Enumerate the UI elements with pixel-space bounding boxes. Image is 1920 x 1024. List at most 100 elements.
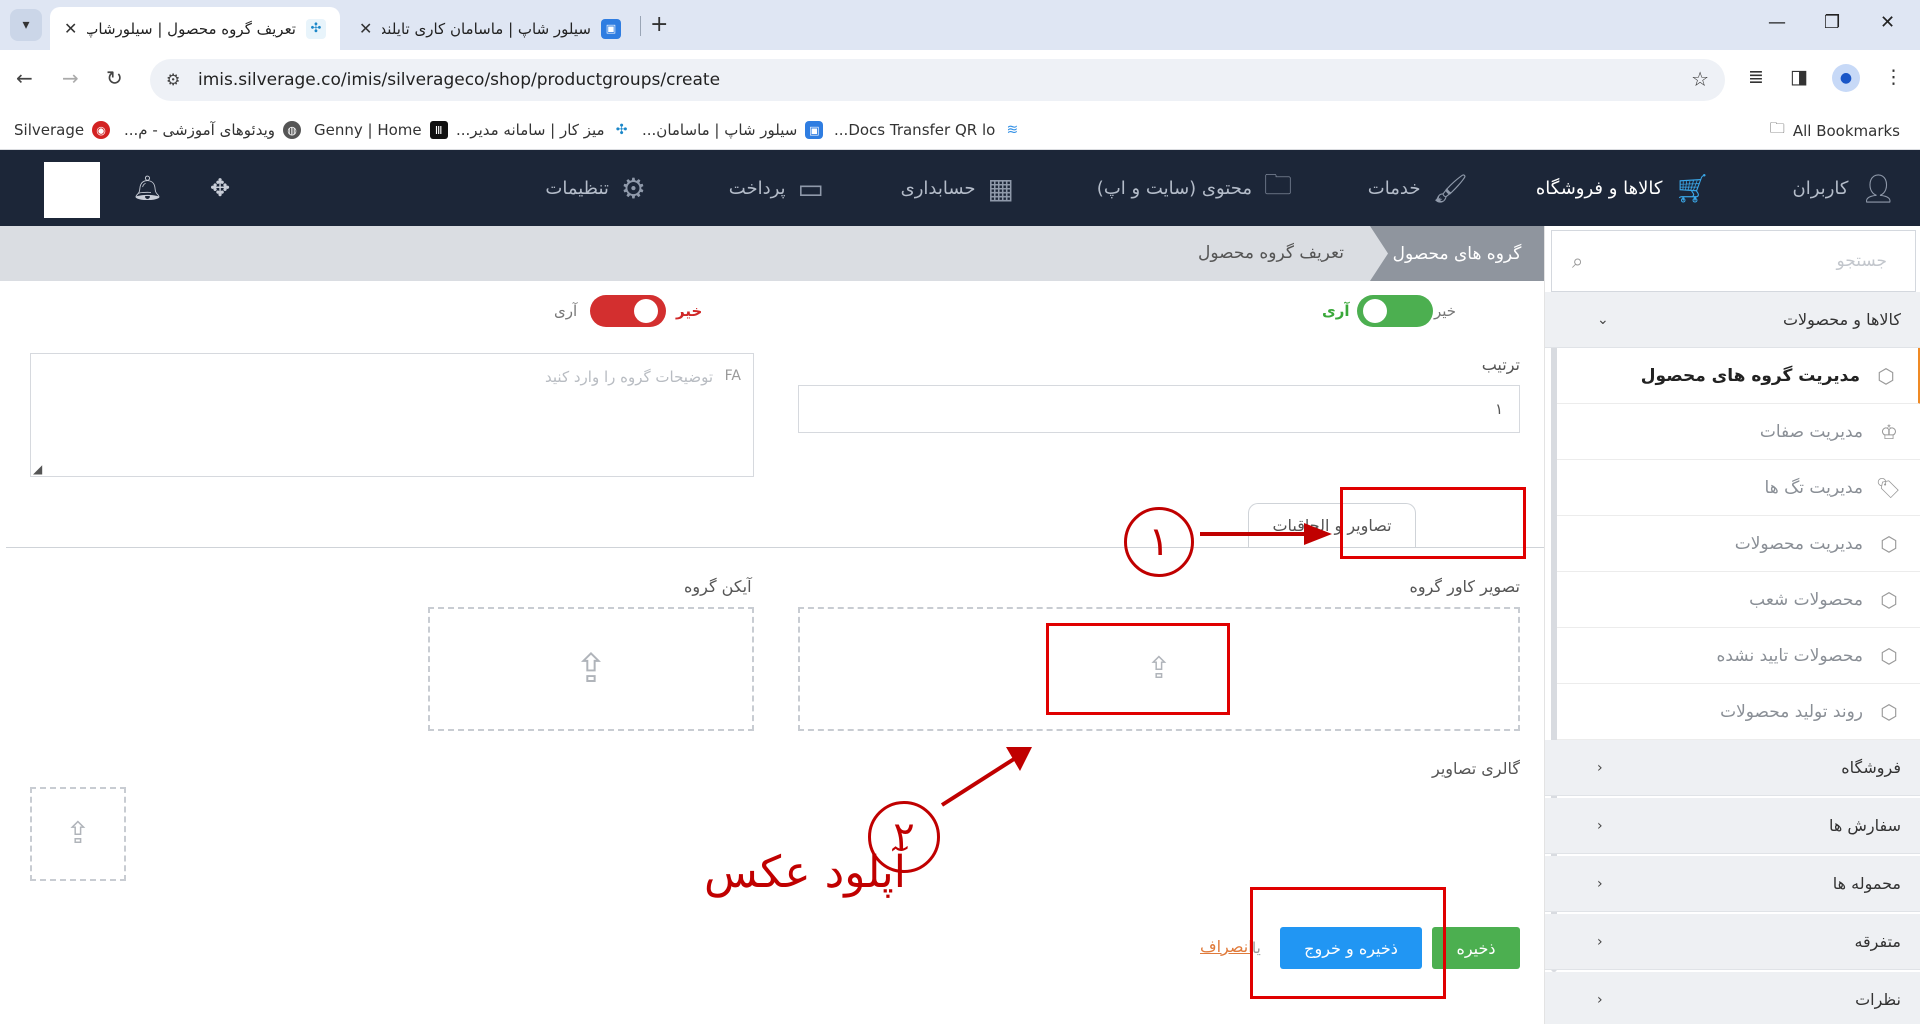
- media-controls-icon[interactable]: ≣: [1748, 66, 1764, 88]
- sidebar-item-label: مدیریت محصولات: [1734, 533, 1863, 554]
- sidebar-section-orders[interactable]: سفارش ها ‹: [1545, 798, 1920, 854]
- sidebar-item-product-groups[interactable]: ⬡ مدیریت گروه های محصول: [1557, 348, 1920, 404]
- nav-label: کاربران: [1792, 177, 1849, 199]
- sidebar-item-production-flow[interactable]: ⬡ روند تولید محصولات: [1557, 684, 1920, 740]
- sidebar-item-label: محصولات تایید نشده: [1716, 645, 1863, 666]
- nav-users[interactable]: 👤︎ کاربران: [1793, 168, 1896, 208]
- forward-arrow-icon[interactable]: →: [62, 66, 79, 90]
- nav-accounting[interactable]: ▦ حسابداری: [901, 168, 1014, 208]
- nav-content[interactable]: 🗀 محتوی (سایت و اپ): [1097, 168, 1292, 208]
- sidebar-section-products[interactable]: کالاها و محصولات ⌄: [1545, 292, 1920, 348]
- bookmark-genny[interactable]: Ⅲ Genny | Home: [314, 118, 448, 142]
- profile-avatar-icon[interactable]: ●: [1832, 64, 1860, 92]
- chevron-left-icon: ‹: [1597, 933, 1603, 950]
- sidebar-section-shipments[interactable]: محموله ها ‹: [1545, 856, 1920, 912]
- resize-grip-icon[interactable]: ◢: [33, 462, 42, 476]
- bookmark-silvershop[interactable]: ▣ سیلور شاپ | ماسامان...: [642, 118, 824, 142]
- toggle2-no-label: خیر: [676, 302, 703, 320]
- bookmark-star-icon[interactable]: ☆: [1691, 67, 1709, 91]
- cover-image-upload[interactable]: ⇪: [798, 607, 1520, 731]
- bell-icon[interactable]: 🔔︎: [132, 174, 162, 202]
- show-toggle[interactable]: [590, 295, 666, 327]
- cancel-link[interactable]: انصراف: [1200, 937, 1253, 956]
- order-input[interactable]: ۱: [798, 385, 1520, 433]
- tag-icon: 🏷︎: [1875, 475, 1901, 500]
- bookmark-label: Silverage: [14, 121, 85, 139]
- upload-icon: ⇪: [574, 646, 608, 692]
- globe-icon: ◍: [283, 121, 302, 139]
- box-icon: ⬡: [1880, 699, 1898, 724]
- close-tab-icon[interactable]: ✕: [64, 19, 77, 38]
- order-label: ترتیب: [1481, 355, 1520, 374]
- silverage-logo-icon: ◉: [92, 121, 111, 139]
- all-bookmarks-label: All Bookmarks: [1792, 121, 1900, 140]
- bookmarks-bar: ◉ Silverage ◍ ویدئوهای آموزشی - م... Ⅲ G…: [0, 110, 1920, 150]
- breadcrumb-product-groups[interactable]: گروه های محصول: [1370, 226, 1544, 281]
- back-arrow-icon[interactable]: ←: [16, 66, 33, 90]
- bookmark-silverage[interactable]: ◉ Silverage: [14, 118, 111, 142]
- language-badge[interactable]: FA: [725, 368, 741, 384]
- active-toggle[interactable]: [1357, 295, 1433, 327]
- tools-icon: 🖌︎: [1432, 171, 1468, 205]
- chevron-down-icon: ⌄: [1597, 311, 1609, 328]
- sidebar-section-comments[interactable]: نظرات ‹: [1545, 972, 1920, 1024]
- users-icon: 👤︎: [1860, 171, 1896, 205]
- folder-icon: 🗀: [1263, 168, 1292, 201]
- nav-products-shop[interactable]: 🛒︎ کالاها و فروشگاه: [1536, 168, 1710, 208]
- nav-label: حسابداری: [900, 177, 976, 199]
- sidebar-search-input[interactable]: جستجو ⌕: [1551, 230, 1916, 292]
- bookmark-videos[interactable]: ◍ ویدئوهای آموزشی - م...: [124, 118, 302, 142]
- gallery-upload[interactable]: ⇪: [30, 787, 126, 881]
- sidebar-item-products[interactable]: ⬡ مدیریت محصولات: [1557, 516, 1920, 572]
- close-tab-icon[interactable]: ✕: [359, 19, 372, 38]
- tab-title: سیلور شاپ | ماسامان کاری تایلند: [382, 19, 591, 38]
- breadcrumb-current: تعریف گروه محصول: [1198, 243, 1344, 263]
- nav-services[interactable]: 🖌︎ خدمات: [1368, 168, 1468, 208]
- annotation-step-1: ۱: [1124, 507, 1194, 577]
- sidebar-section-shop[interactable]: فروشگاه ‹: [1545, 740, 1920, 796]
- nav-payment[interactable]: ▭ پرداخت: [729, 168, 824, 208]
- credit-card-icon: ▭: [797, 171, 824, 205]
- restore-icon[interactable]: ❐: [1824, 12, 1840, 33]
- all-bookmarks[interactable]: 🗀 All Bookmarks: [1770, 118, 1900, 143]
- sidebar-item-tags[interactable]: 🏷︎ مدیریت تگ ها: [1557, 460, 1920, 516]
- or-text: یا: [1252, 939, 1261, 957]
- browser-tab-inactive[interactable]: ▣ سیلور شاپ | ماسامان کاری تایلند ✕: [345, 7, 635, 50]
- search-icon: ⌕: [1572, 249, 1584, 273]
- app-top-nav: 🔔︎ ✥ 👤︎ کاربران 🛒︎ کالاها و فروشگاه 🖌︎ خ…: [0, 150, 1920, 226]
- sidebar-item-branch-products[interactable]: ⬡ محصولات شعب: [1557, 572, 1920, 628]
- group-icon-upload[interactable]: ⇪: [428, 607, 754, 731]
- bookmark-desk[interactable]: ✣ میز کار | سامانه مدیر...: [456, 118, 631, 142]
- move-arrows-icon[interactable]: ✥: [210, 174, 230, 202]
- side-panel-icon[interactable]: ◨: [1790, 66, 1808, 88]
- nav-settings[interactable]: ⚙ تنظیمات: [545, 168, 646, 208]
- annotation-upload-photo-text: آپلود عکس: [704, 847, 906, 898]
- toggle-knob: [1363, 299, 1387, 323]
- crown-icon: ♔: [1880, 419, 1898, 444]
- sidebar-item-attributes[interactable]: ♔ مدیریت صفات: [1557, 404, 1920, 460]
- minimize-icon[interactable]: —: [1768, 12, 1786, 33]
- new-tab-button[interactable]: +: [650, 12, 668, 37]
- sidebar-item-unapproved-products[interactable]: ⬡ محصولات تایید نشده: [1557, 628, 1920, 684]
- chevron-left-icon: ‹: [1597, 817, 1603, 834]
- browser-tab-active[interactable]: ✣ تعریف گروه محصول | سیلورشاپ ✕: [50, 7, 340, 50]
- save-button[interactable]: ذخیره: [1432, 927, 1520, 969]
- toggle-knob: [634, 299, 658, 323]
- reload-icon[interactable]: ↻: [106, 66, 123, 90]
- site-settings-icon[interactable]: ⚙: [166, 70, 180, 89]
- browser-tabstrip: ▾ ✣ تعریف گروه محصول | سیلورشاپ ✕ ▣ سیلو…: [0, 0, 1920, 50]
- sidebar-section-misc[interactable]: متفرقه ‹: [1545, 914, 1920, 970]
- chevron-left-icon: ‹: [1597, 875, 1603, 892]
- genny-logo-icon: Ⅲ: [429, 121, 448, 139]
- close-window-icon[interactable]: ✕: [1880, 12, 1895, 33]
- browser-menu-icon[interactable]: ⋮: [1884, 66, 1903, 88]
- sidebar-item-label: مدیریت صفات: [1759, 421, 1863, 442]
- description-textarea[interactable]: توضیحات گروه را وارد کنید FA ◢: [30, 353, 754, 477]
- tab-search-button[interactable]: ▾: [10, 9, 42, 41]
- nav-label: پرداخت: [728, 177, 786, 199]
- save-and-exit-button[interactable]: ذخیره و خروج: [1280, 927, 1422, 969]
- bookmark-docs-transfer[interactable]: ≋ Docs Transfer QR lo...: [834, 118, 1022, 142]
- annotation-arrow-1-icon: [1200, 523, 1332, 545]
- url-field[interactable]: ⚙ imis.silverage.co/imis/silverageco/sho…: [150, 59, 1725, 101]
- silverage-favicon-icon: ✣: [612, 121, 631, 139]
